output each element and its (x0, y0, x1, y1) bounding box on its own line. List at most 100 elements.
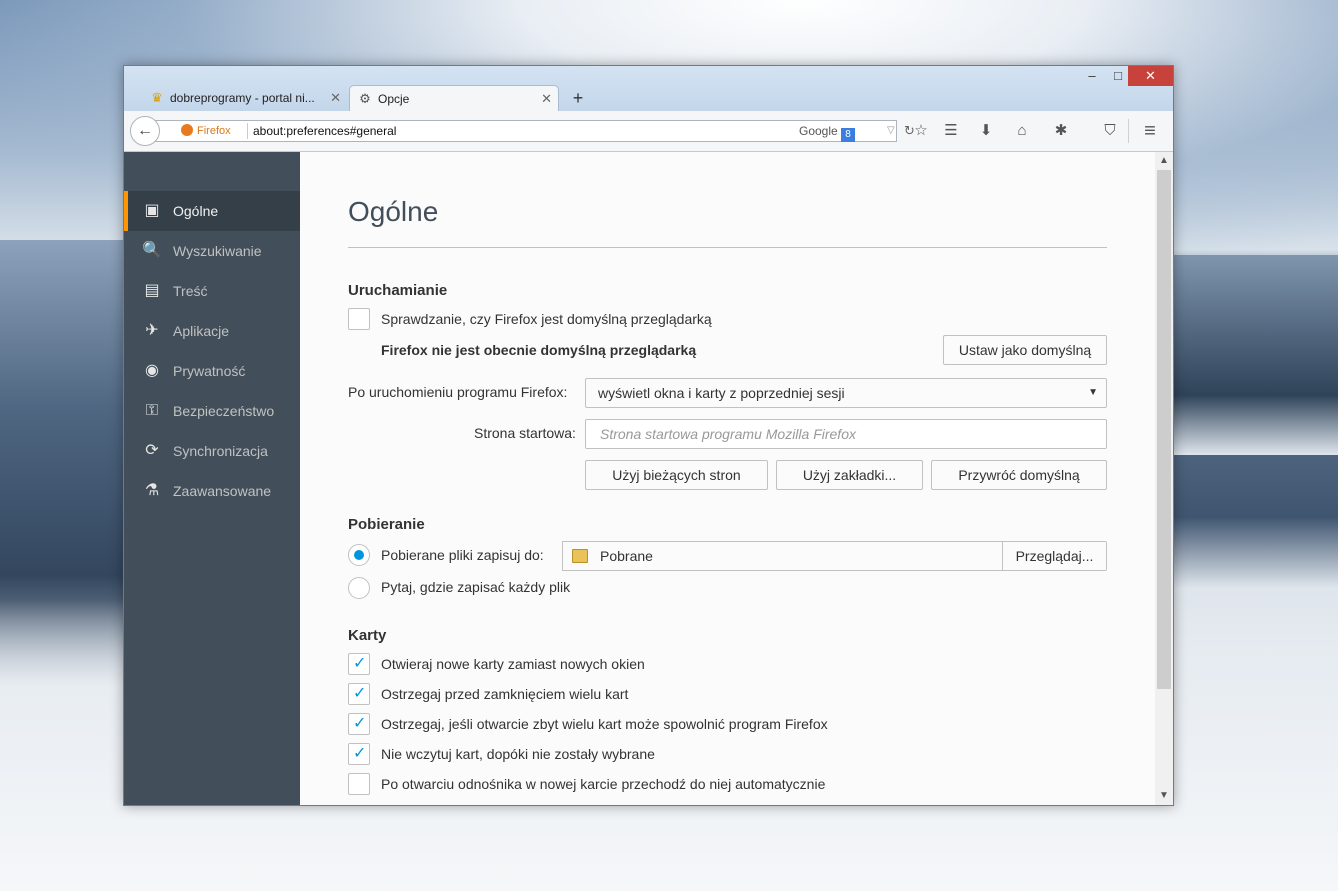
sidebar-item-label: Ogólne (173, 203, 219, 219)
downloads-icon[interactable]: ⬇ (976, 121, 996, 141)
always-ask-radio[interactable] (348, 577, 370, 599)
sidebar-item-bezpieczenstwo[interactable]: ⚿ Bezpieczeństwo (124, 391, 300, 431)
warn-open-many-checkbox[interactable] (348, 713, 370, 735)
scroll-down-arrow-icon[interactable]: ▼ (1155, 787, 1173, 805)
sidebar-item-label: Prywatność (173, 363, 246, 379)
browse-button[interactable]: Przeglądaj... (1002, 541, 1107, 571)
download-folder-name: Pobrane (600, 548, 653, 564)
open-new-tabs-checkbox[interactable] (348, 653, 370, 675)
preferences-main: Ogólne Uruchamianie Sprawdzanie, czy Fir… (300, 152, 1155, 805)
scroll-thumb[interactable] (1157, 170, 1171, 689)
minimize-button[interactable]: – (1079, 66, 1105, 86)
sidebar-item-prywatnosc[interactable]: ◉ Prywatność (124, 351, 300, 391)
navigation-toolbar: Firefox about:preferences#general Google… (124, 111, 1173, 152)
extension-icon[interactable]: ✱ (1051, 121, 1071, 141)
dont-load-tabs-label[interactable]: Nie wczytuj kart, dopóki nie zostały wyb… (381, 746, 655, 762)
not-default-status: Firefox nie jest obecnie domyślną przegl… (381, 342, 697, 358)
sidebar-item-tresc[interactable]: ▤ Treść (124, 271, 300, 311)
sidebar-item-aplikacje[interactable]: ✈ Aplikacje (124, 311, 300, 351)
preferences-sidebar: ▣ Ogólne 🔍 Wyszukiwanie ▤ Treść ✈ Aplika… (124, 152, 300, 805)
url-separator (247, 123, 248, 139)
ublock-icon[interactable]: ⛉ (1100, 121, 1120, 141)
chevron-down-icon: ▼ (1088, 387, 1098, 398)
security-icon: ⚿ (145, 402, 159, 419)
privacy-mask-icon: ◉ (145, 362, 159, 379)
always-ask-label[interactable]: Pytaj, gdzie zapisać każdy plik (381, 579, 570, 595)
url-dropdown-icon[interactable]: ▽ (887, 121, 895, 141)
scrollbar[interactable]: ▲ ▼ (1155, 152, 1173, 805)
identity-label: Firefox (197, 125, 231, 137)
set-default-button[interactable]: Ustaw jako domyślną (943, 335, 1107, 365)
homepage-input[interactable] (598, 425, 1092, 443)
folder-icon (572, 549, 588, 563)
sidebar-item-label: Wyszukiwanie (173, 243, 262, 259)
preferences-content: ▣ Ogólne 🔍 Wyszukiwanie ▤ Treść ✈ Aplika… (124, 152, 1173, 805)
tab-label: dobreprogramy - portal ni... (170, 91, 315, 105)
download-folder-field: Pobrane (562, 541, 1003, 571)
general-icon: ▣ (144, 202, 160, 219)
firefox-window: – □ ✕ ♛ dobreprogramy - portal ni... ✕ ⚙… (123, 65, 1174, 806)
warn-close-tabs-checkbox[interactable] (348, 683, 370, 705)
home-icon[interactable]: ⌂ (1012, 121, 1032, 141)
sidebar-item-ogolne[interactable]: ▣ Ogólne (124, 191, 300, 231)
search-icon: 🔍 (142, 242, 162, 259)
tab-opcje[interactable]: ⚙ Opcje ✕ (349, 85, 559, 112)
switch-to-tab-checkbox[interactable] (348, 773, 370, 795)
sidebar-item-synchronizacja[interactable]: ⟳ Synchronizacja (124, 431, 300, 471)
firefox-icon (181, 124, 193, 136)
search-engine-label: Google (799, 124, 838, 138)
gear-icon: ⚙ (359, 91, 371, 106)
homepage-field[interactable] (585, 419, 1107, 449)
when-starts-label: Po uruchomieniu programu Firefox: (348, 384, 568, 400)
switch-to-tab-label[interactable]: Po otwarciu odnośnika w nowej karcie prz… (381, 776, 825, 792)
dobreprogramy-favicon-icon: ♛ (151, 90, 163, 105)
sidebar-item-label: Synchronizacja (173, 443, 268, 459)
use-current-pages-button[interactable]: Użyj bieżących stron (585, 460, 768, 490)
toolbar-separator (1128, 119, 1129, 143)
bookmarks-menu-icon[interactable]: ☰ (941, 121, 961, 141)
scroll-up-arrow-icon[interactable]: ▲ (1155, 152, 1173, 170)
when-starts-select[interactable]: wyświetl okna i karty z poprzedniej sesj… (585, 378, 1107, 408)
title-bar[interactable]: – □ ✕ ♛ dobreprogramy - portal ni... ✕ ⚙… (124, 66, 1173, 112)
sync-icon: ⟳ (145, 442, 159, 459)
back-button[interactable]: ← (130, 116, 160, 146)
open-new-tabs-label[interactable]: Otwieraj nowe karty zamiast nowych okien (381, 656, 645, 672)
save-to-radio[interactable] (348, 544, 370, 566)
sidebar-item-label: Aplikacje (173, 323, 230, 339)
close-window-button[interactable]: ✕ (1128, 66, 1173, 86)
identity-box[interactable]: Firefox (181, 121, 231, 141)
close-tab-icon[interactable]: ✕ (541, 86, 552, 112)
tab-dobreprogramy[interactable]: ♛ dobreprogramy - portal ni... ✕ (142, 85, 347, 112)
sidebar-item-label: Zaawansowane (173, 483, 272, 499)
search-engine-indicator[interactable]: Google 8 (799, 121, 856, 142)
section-heading-downloads: Pobieranie (348, 516, 425, 533)
menu-icon[interactable]: ≡ (1140, 121, 1160, 141)
url-bar[interactable]: Firefox about:preferences#general Google… (148, 120, 915, 142)
bookmark-star-icon[interactable]: ☆ (911, 121, 931, 141)
sidebar-item-zaawansowane[interactable]: ⚗ Zaawansowane (124, 471, 300, 511)
section-heading-tabs: Karty (348, 627, 387, 644)
title-divider (348, 247, 1107, 248)
check-default-checkbox[interactable] (348, 308, 370, 330)
section-heading-startup: Uruchamianie (348, 282, 448, 299)
google-plus-icon: 8 (841, 128, 856, 142)
tab-label: Opcje (378, 92, 410, 106)
check-default-label[interactable]: Sprawdzanie, czy Firefox jest domyślną p… (381, 311, 712, 327)
homepage-label: Strona startowa: (474, 425, 576, 441)
warn-close-tabs-label[interactable]: Ostrzegaj przed zamknięciem wielu kart (381, 686, 628, 702)
warn-open-many-label[interactable]: Ostrzegaj, jeśli otwarcie zbyt wielu kar… (381, 716, 828, 732)
sidebar-item-label: Treść (173, 283, 208, 299)
restore-default-button[interactable]: Przywróć domyślną (931, 460, 1107, 490)
dont-load-tabs-checkbox[interactable] (348, 743, 370, 765)
applications-icon: ✈ (145, 322, 159, 339)
sidebar-item-label: Bezpieczeństwo (173, 403, 275, 419)
page-title: Ogólne (348, 196, 439, 227)
sidebar-item-wyszukiwanie[interactable]: 🔍 Wyszukiwanie (124, 231, 300, 271)
desktop-mountains-right (1172, 255, 1338, 455)
new-tab-button[interactable]: + (567, 85, 589, 111)
close-tab-icon[interactable]: ✕ (330, 85, 341, 111)
content-icon: ▤ (144, 282, 160, 299)
save-to-label[interactable]: Pobierane pliki zapisuj do: (381, 547, 544, 563)
use-bookmark-button[interactable]: Użyj zakładki... (776, 460, 923, 490)
url-text[interactable]: about:preferences#general (253, 121, 396, 141)
